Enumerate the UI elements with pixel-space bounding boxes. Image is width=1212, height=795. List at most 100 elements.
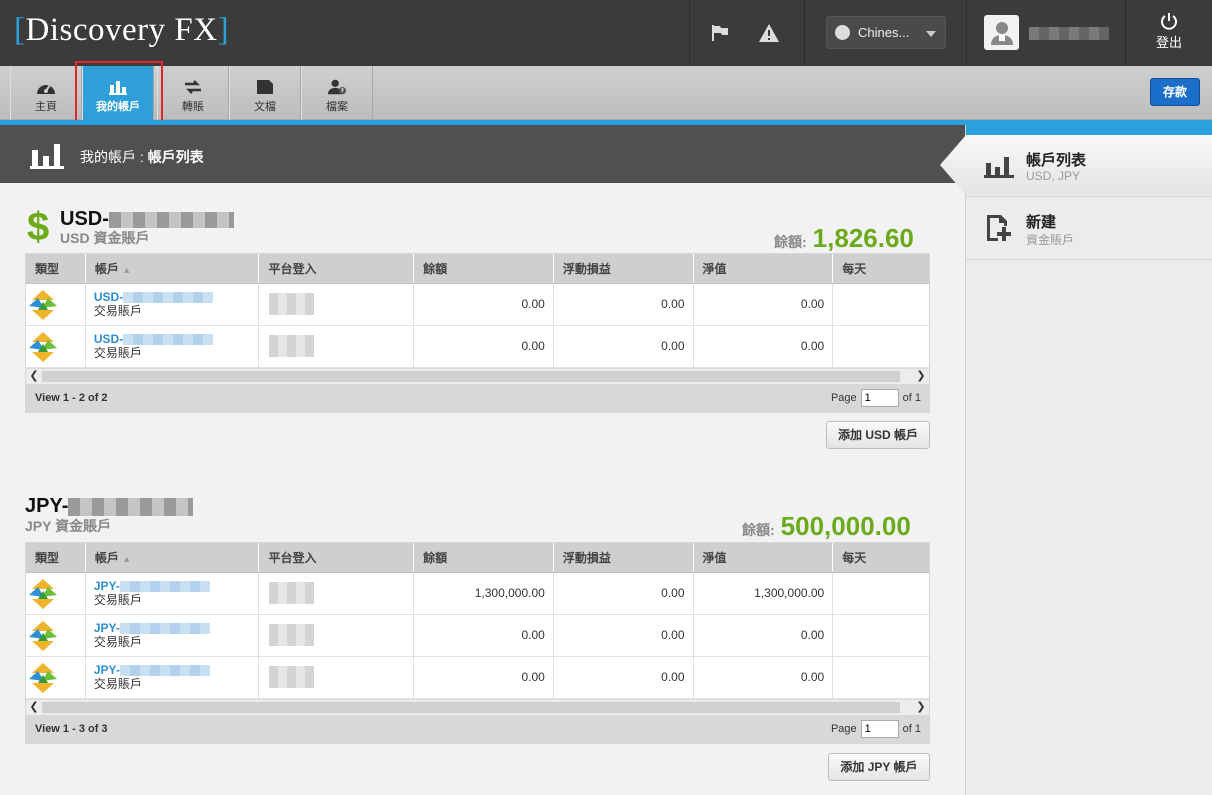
balance-label: 餘額: — [774, 234, 807, 250]
flag-icon[interactable] — [710, 22, 732, 44]
column-header[interactable]: 每天 — [833, 254, 929, 283]
usd-accounts-table: 類型 帳戶 ▲ 平台登入 餘額 浮動損益 淨值 每天 USD- 交易賬戶 0.0… — [25, 253, 930, 413]
equity-cell: 0.00 — [694, 615, 834, 656]
column-header[interactable]: 平台登入 — [259, 254, 415, 283]
add-jpy-account-button[interactable]: 添加 JPY 帳戶 — [828, 753, 930, 781]
page-title-text: 帳戶列表 — [147, 149, 204, 165]
table-row[interactable]: USD- 交易賬戶 0.00 0.00 0.00 — [26, 284, 929, 326]
redacted-id — [108, 211, 234, 228]
page-title: 我的帳戶 : 帳戶列表 — [80, 147, 204, 167]
table-row[interactable]: USD- 交易賬戶 0.00 0.00 0.00 — [26, 326, 929, 368]
daily-cell — [833, 284, 929, 325]
column-header[interactable]: 帳戶 ▲ — [86, 254, 260, 283]
account-type: 交易賬戶 — [93, 593, 142, 607]
metatrader-icon — [29, 332, 57, 362]
platform-login-cell — [259, 657, 415, 698]
column-header[interactable]: 類型 — [26, 254, 86, 283]
bar-chart-icon — [984, 153, 1014, 181]
equity-cell: 0.00 — [694, 284, 834, 325]
platform-login-cell — [259, 326, 415, 367]
sidebar-item-new[interactable]: 新建 資金賬戶 — [966, 197, 1212, 259]
metatrader-icon — [29, 663, 57, 693]
redacted-id — [123, 292, 214, 304]
bar-chart-icon — [30, 140, 64, 170]
usd-title-text: USD- — [60, 208, 109, 230]
table-row[interactable]: JPY- 交易賬戶 0.00 0.00 0.00 — [26, 657, 929, 699]
logo-bracket-left: [ — [14, 12, 26, 48]
warning-icon[interactable] — [758, 22, 780, 44]
account-prefix: USD- — [93, 290, 124, 304]
daily-cell — [833, 615, 929, 656]
account-prefix: JPY- — [93, 621, 120, 635]
column-header[interactable]: 每天 — [833, 543, 929, 572]
page-input[interactable] — [860, 720, 899, 738]
equity-cell: 0.00 — [694, 657, 834, 698]
avatar[interactable] — [984, 15, 1019, 50]
pl-cell: 0.00 — [554, 657, 694, 698]
deposit-button[interactable]: 存款 — [1150, 78, 1200, 106]
divider — [966, 0, 967, 66]
redacted-login — [269, 624, 315, 646]
logo[interactable]: [Discovery FX] — [14, 12, 229, 49]
account-link[interactable]: JPY- — [94, 621, 259, 635]
usd-account-subtitle: USD 資金賬戶 — [60, 230, 150, 246]
sidebar-item-subtitle: 資金賬戶 — [1026, 233, 1075, 247]
scroll-right-icon[interactable]: ❯ — [914, 700, 928, 715]
platform-login-cell — [259, 615, 415, 656]
table-row[interactable]: JPY- 交易賬戶 1,300,000.00 0.00 1,300,000.00 — [26, 573, 929, 615]
horizontal-scrollbar[interactable]: ❮ ❯ — [26, 699, 929, 715]
column-header[interactable]: 平台登入 — [259, 543, 415, 572]
nav-item-profile[interactable]: 檔案 — [301, 66, 373, 120]
account-type: 交易賬戶 — [93, 635, 142, 649]
account-link[interactable]: JPY- — [94, 579, 259, 593]
column-header[interactable]: 淨值 — [694, 543, 834, 572]
column-header[interactable]: 餘額 — [414, 254, 554, 283]
type-cell — [26, 284, 86, 325]
column-header[interactable]: 帳戶 ▲ — [86, 543, 260, 572]
pl-cell: 0.00 — [554, 326, 694, 367]
jpy-account-title: JPY- — [25, 495, 194, 518]
type-cell — [26, 573, 86, 614]
scroll-left-icon[interactable]: ❮ — [27, 369, 41, 384]
add-document-icon — [984, 213, 1014, 241]
column-header[interactable]: 浮動損益 — [554, 543, 694, 572]
type-cell — [26, 657, 86, 698]
scroll-left-icon[interactable]: ❮ — [27, 700, 41, 715]
account-link[interactable]: USD- — [94, 290, 259, 304]
balance-cell: 0.00 — [414, 326, 554, 367]
page-input[interactable] — [860, 389, 899, 407]
chevron-down-icon — [926, 31, 936, 37]
balance-amount: 500,000.00 — [780, 511, 911, 541]
column-header[interactable]: 浮動損益 — [554, 254, 694, 283]
account-link[interactable]: USD- — [94, 332, 259, 346]
view-count: View 1 - 2 of 2 — [35, 392, 108, 404]
platform-login-cell — [259, 573, 415, 614]
nav-item-transfer[interactable]: 轉賬 — [157, 66, 229, 120]
pl-cell: 0.00 — [554, 284, 694, 325]
column-header[interactable]: 淨值 — [694, 254, 834, 283]
column-header[interactable]: 餘額 — [414, 543, 554, 572]
page-label: Page — [830, 392, 857, 404]
divider — [804, 0, 805, 66]
account-link[interactable]: JPY- — [94, 663, 259, 677]
sidebar-item-account-list[interactable]: 帳戶列表 USD, JPY — [966, 135, 1212, 197]
column-header[interactable]: 類型 — [26, 543, 86, 572]
table-row[interactable]: JPY- 交易賬戶 0.00 0.00 0.00 — [26, 615, 929, 657]
account-cell: JPY- 交易賬戶 — [86, 573, 260, 614]
redacted-id — [119, 581, 210, 593]
language-select[interactable]: Chines... — [826, 16, 946, 49]
add-usd-account-button[interactable]: 添加 USD 帳戶 — [826, 421, 930, 449]
scroll-right-icon[interactable]: ❯ — [914, 369, 928, 384]
scrollbar-thumb[interactable] — [42, 371, 900, 382]
horizontal-scrollbar[interactable]: ❮ ❯ — [26, 368, 929, 384]
nav-item-home[interactable]: 主頁 — [10, 66, 82, 120]
logout-button[interactable]: 登出 — [1126, 0, 1212, 66]
language-value: Chines... — [858, 25, 910, 40]
platform-login-cell — [259, 284, 415, 325]
balance-cell: 0.00 — [414, 657, 554, 698]
jpy-balance: 餘額: 500,000.00 — [742, 511, 911, 542]
logout-label: 登出 — [1155, 35, 1182, 50]
scrollbar-thumb[interactable] — [42, 702, 900, 713]
nav-item-documents[interactable]: 文檔 — [229, 66, 301, 120]
username-redacted — [1029, 27, 1109, 40]
